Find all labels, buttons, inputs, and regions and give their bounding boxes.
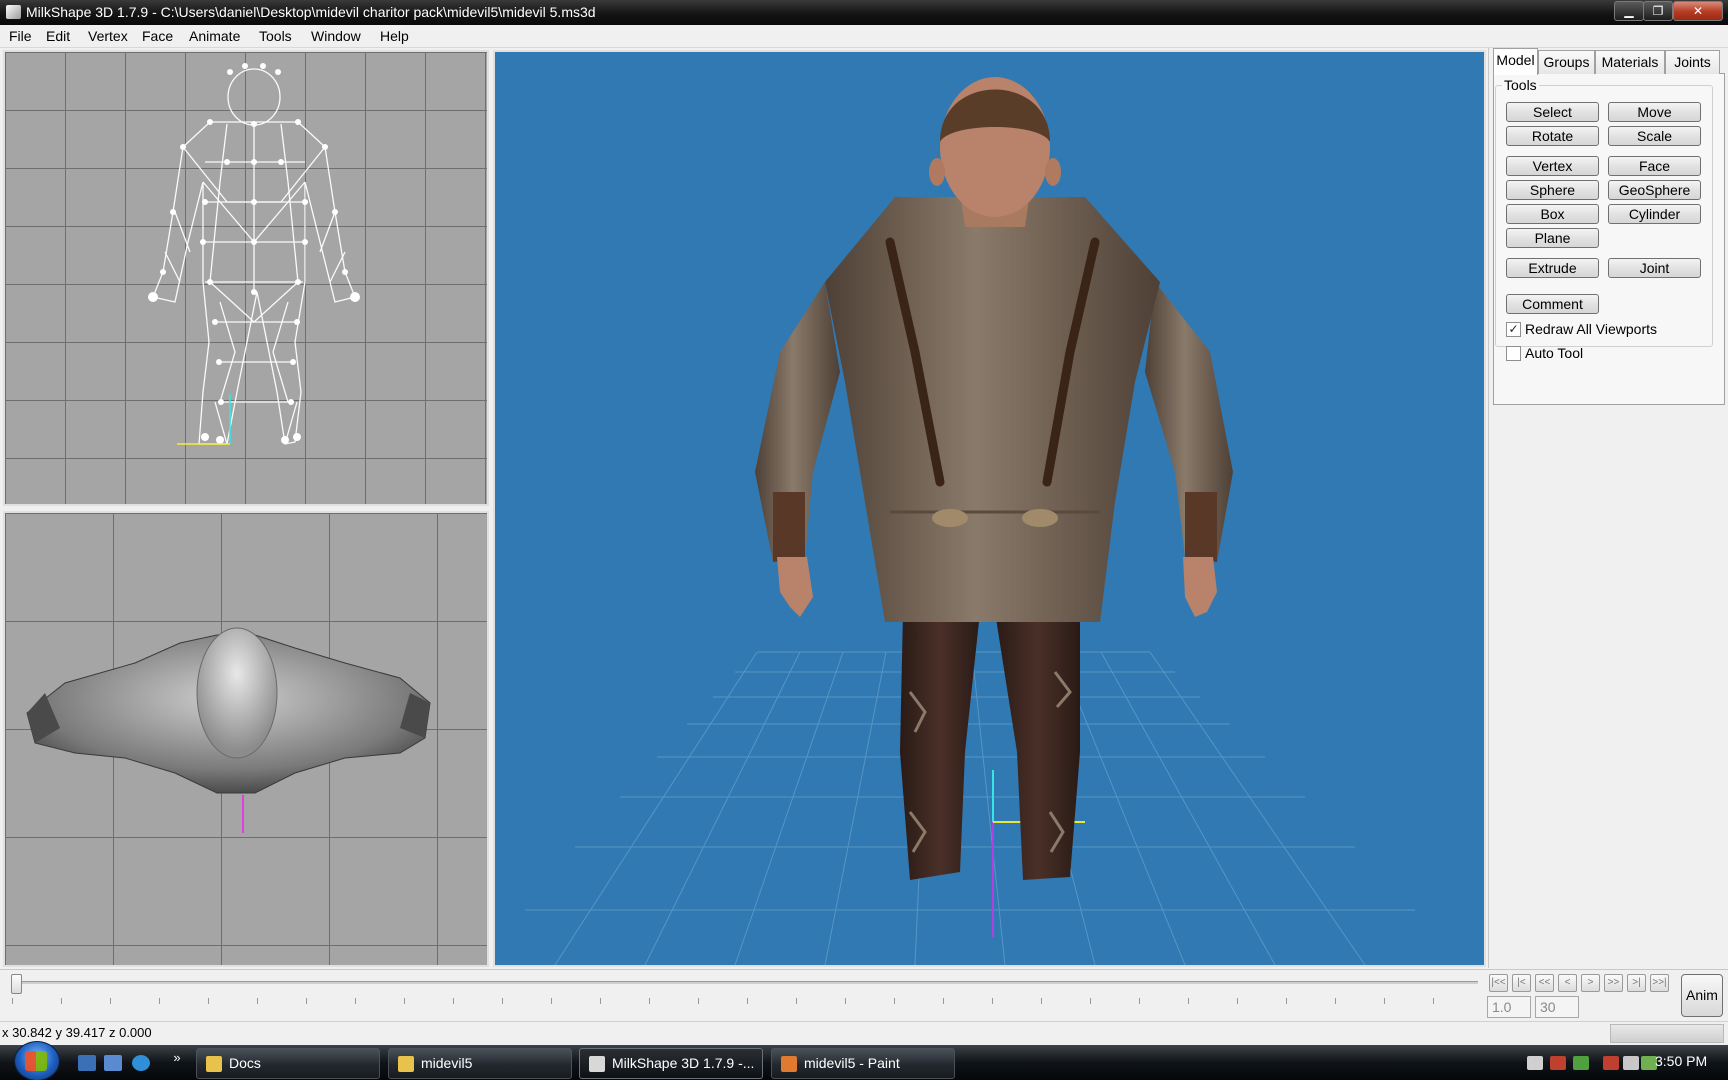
redraw-all-viewports-label: Redraw All Viewports bbox=[1525, 321, 1658, 337]
switch-windows-icon[interactable] bbox=[104, 1055, 122, 1071]
tab-groups[interactable]: Groups bbox=[1538, 50, 1595, 74]
frame-slider-track[interactable] bbox=[12, 981, 1478, 984]
next-frame-button[interactable]: > bbox=[1581, 974, 1600, 992]
task-milkshape[interactable]: MilkShape 3D 1.7.9 -... bbox=[579, 1048, 763, 1079]
anim-button[interactable]: Anim bbox=[1681, 974, 1723, 1017]
box-button[interactable]: Box bbox=[1506, 204, 1599, 224]
window-title: MilkShape 3D 1.7.9 - C:\Users\daniel\Des… bbox=[26, 4, 596, 20]
tray-volume-icon[interactable] bbox=[1623, 1056, 1639, 1070]
task-midevil5-folder[interactable]: midevil5 bbox=[388, 1048, 572, 1079]
tab-joints[interactable]: Joints bbox=[1665, 50, 1720, 74]
top-view-model bbox=[26, 627, 431, 833]
plane-button[interactable]: Plane bbox=[1506, 228, 1599, 248]
tray-network-icon[interactable] bbox=[1603, 1056, 1619, 1070]
move-button[interactable]: Move bbox=[1608, 102, 1701, 122]
folder-icon bbox=[206, 1056, 222, 1072]
current-frame-field[interactable]: 1.0 bbox=[1487, 996, 1531, 1018]
total-frames-field[interactable]: 30 bbox=[1535, 996, 1579, 1018]
fast-forward-button[interactable]: >> bbox=[1604, 974, 1623, 992]
tray-security-icon[interactable] bbox=[1550, 1056, 1566, 1070]
maximize-button[interactable]: ❐ bbox=[1643, 1, 1673, 21]
last-frame-button[interactable]: >>| bbox=[1650, 974, 1669, 992]
prev-key-button[interactable]: |< bbox=[1512, 974, 1531, 992]
auto-tool-label: Auto Tool bbox=[1525, 345, 1584, 361]
scale-button[interactable]: Scale bbox=[1608, 126, 1701, 146]
milkshape-app-icon bbox=[6, 5, 21, 19]
windows-flag-icon bbox=[25, 1051, 47, 1071]
viewport-front-wireframe[interactable] bbox=[3, 50, 489, 506]
auto-tool-checkbox[interactable] bbox=[1506, 346, 1521, 361]
tab-model[interactable]: Model bbox=[1493, 48, 1538, 75]
task-label: Docs bbox=[229, 1055, 261, 1071]
menu-vertex[interactable]: Vertex bbox=[88, 28, 128, 44]
3d-scene bbox=[525, 77, 1415, 965]
task-label: midevil5 bbox=[421, 1055, 473, 1071]
milkshape-icon bbox=[589, 1056, 605, 1072]
prev-frame-button[interactable]: < bbox=[1558, 974, 1577, 992]
status-bar: x 30.842 y 39.417 z 0.000 bbox=[0, 1021, 1728, 1045]
menu-file[interactable]: File bbox=[9, 28, 32, 44]
menu-bar: File Edit Vertex Face Animate Tools Wind… bbox=[0, 25, 1728, 48]
paint-icon bbox=[781, 1056, 797, 1072]
sphere-button[interactable]: Sphere bbox=[1506, 180, 1599, 200]
title-bar: MilkShape 3D 1.7.9 - C:\Users\daniel\Des… bbox=[0, 0, 1728, 25]
vertex-button[interactable]: Vertex bbox=[1506, 156, 1599, 176]
rewind-button[interactable]: << bbox=[1535, 974, 1554, 992]
cursor-coordinates: x 30.842 y 39.417 z 0.000 bbox=[2, 1025, 152, 1040]
tools-group-label: Tools bbox=[1502, 77, 1539, 93]
status-progress-area bbox=[1610, 1024, 1724, 1043]
comment-button[interactable]: Comment bbox=[1506, 294, 1599, 314]
minimize-button[interactable]: ▁ bbox=[1614, 1, 1644, 21]
redraw-all-viewports-checkbox[interactable]: ✓ bbox=[1506, 322, 1521, 337]
tab-materials[interactable]: Materials bbox=[1595, 50, 1665, 74]
menu-help[interactable]: Help bbox=[380, 28, 409, 44]
menu-animate[interactable]: Animate bbox=[189, 28, 240, 44]
rotate-button[interactable]: Rotate bbox=[1506, 126, 1599, 146]
menu-edit[interactable]: Edit bbox=[46, 28, 70, 44]
task-docs[interactable]: Docs bbox=[196, 1048, 380, 1079]
joint-button[interactable]: Joint bbox=[1608, 258, 1701, 278]
menu-face[interactable]: Face bbox=[142, 28, 173, 44]
geosphere-button[interactable]: GeoSphere bbox=[1608, 180, 1701, 200]
menu-window[interactable]: Window bbox=[311, 28, 361, 44]
viewport-top-shaded[interactable] bbox=[3, 511, 489, 967]
face-button[interactable]: Face bbox=[1608, 156, 1701, 176]
frame-slider-thumb[interactable] bbox=[11, 974, 22, 994]
frame-ticks bbox=[12, 998, 1478, 1004]
quicklaunch-chevron-icon[interactable]: » bbox=[168, 1050, 186, 1066]
animation-timeline bbox=[0, 969, 1728, 1021]
show-desktop-icon[interactable] bbox=[78, 1055, 96, 1071]
extrude-button[interactable]: Extrude bbox=[1506, 258, 1599, 278]
taskbar-clock[interactable]: 3:50 PM bbox=[1655, 1053, 1707, 1069]
tray-keyboard-icon[interactable] bbox=[1527, 1056, 1543, 1070]
task-label: midevil5 - Paint bbox=[804, 1055, 900, 1071]
tray-update-icon[interactable] bbox=[1573, 1056, 1589, 1070]
task-paint[interactable]: midevil5 - Paint bbox=[771, 1048, 955, 1079]
internet-explorer-icon[interactable] bbox=[132, 1055, 150, 1071]
task-label: MilkShape 3D 1.7.9 -... bbox=[612, 1055, 755, 1071]
select-button[interactable]: Select bbox=[1506, 102, 1599, 122]
close-button[interactable]: ✕ bbox=[1673, 1, 1723, 21]
next-key-button[interactable]: >| bbox=[1627, 974, 1646, 992]
cylinder-button[interactable]: Cylinder bbox=[1608, 204, 1701, 224]
folder-icon bbox=[398, 1056, 414, 1072]
menu-tools[interactable]: Tools bbox=[259, 28, 292, 44]
viewport-3d-perspective[interactable] bbox=[493, 50, 1486, 967]
wireframe-model bbox=[148, 63, 360, 445]
first-frame-button[interactable]: |<< bbox=[1489, 974, 1508, 992]
